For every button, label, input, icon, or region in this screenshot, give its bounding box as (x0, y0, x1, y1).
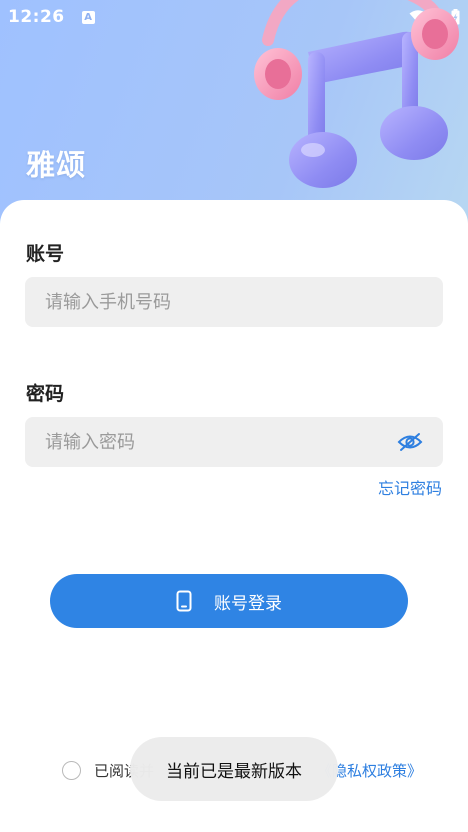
agreement-radio[interactable] (62, 760, 81, 780)
phone-icon (176, 590, 192, 612)
notification-icon: A (81, 10, 95, 24)
app-title: 雅颂 (26, 148, 87, 182)
update-toast: 当前已是最新版本 (130, 737, 338, 801)
forgot-password-link[interactable]: 忘记密码 (378, 475, 442, 499)
eye-hidden-icon[interactable] (397, 432, 423, 452)
phone-input[interactable] (45, 291, 423, 313)
account-login-button[interactable]: 账号登录 (50, 574, 408, 628)
password-label: 密码 (26, 383, 65, 405)
music-note-headphones-icon (254, 0, 459, 188)
password-input-box[interactable] (25, 417, 443, 467)
account-label: 账号 (26, 243, 65, 265)
login-button-label: 账号登录 (214, 593, 282, 614)
login-screen: 12:26 A 雅颂 账号 请输入手机号码 密码 忘记密码 账号登录 已阅读并 … (0, 0, 468, 832)
status-time: 12:26 (8, 7, 65, 27)
password-input[interactable] (45, 431, 397, 453)
account-input-box[interactable] (25, 277, 443, 327)
login-card: 账号 密码 忘记密码 账号登录 已阅读并 (0, 200, 468, 832)
